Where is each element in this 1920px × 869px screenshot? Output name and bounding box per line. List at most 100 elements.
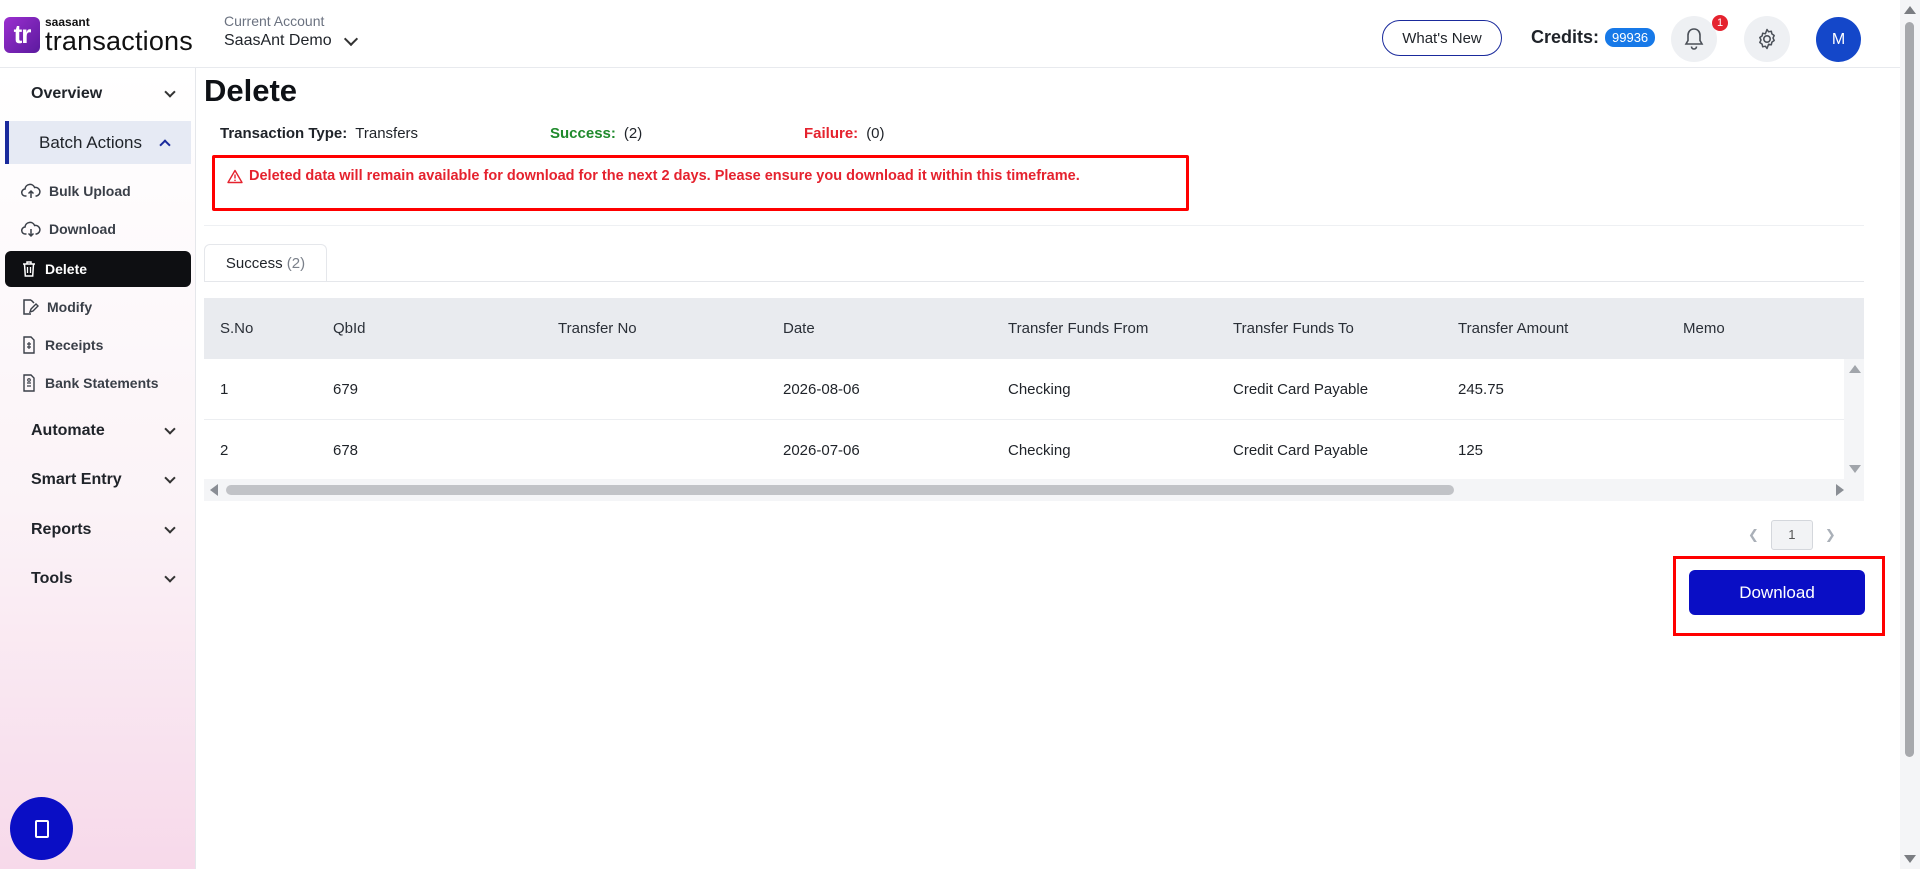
sidebar-group-reports[interactable]: Reports [0,510,196,550]
table-cell: 2026-07-06 [783,442,860,459]
table-cell [1667,420,1683,481]
sidebar-item-bulk-upload[interactable]: Bulk Upload [5,173,191,209]
sidebar-item-modify[interactable]: Modify [5,289,191,325]
tab-label: Success [225,255,283,272]
table-cell: 125 [1458,442,1484,459]
scroll-down-arrow-icon[interactable] [1904,855,1916,863]
table-cell: Checking [1008,381,1071,398]
previous-page-icon[interactable]: ❮ [1748,527,1759,543]
logo-product-text: transactions [45,26,193,56]
success-value: (2) [623,125,643,142]
logo-mark: tr [4,17,40,53]
page-title: Delete [204,73,298,108]
scroll-up-arrow-icon[interactable] [1904,6,1916,14]
sidebar-group-label: Reports [31,521,92,538]
column-header[interactable]: Date [767,298,815,359]
scrollbar-thumb[interactable] [226,485,1454,495]
table-cell: Credit Card Payable [1233,442,1369,459]
scroll-left-arrow-icon[interactable] [210,484,218,496]
app-logo[interactable]: tr saasant transactions [4,16,193,56]
settings-button[interactable] [1744,16,1790,62]
download-cloud-icon [21,221,41,238]
sidebar-item-label: Receipts [45,337,104,353]
notification-count-badge: 1 [1712,15,1728,31]
sidebar-item-receipts[interactable]: Receipts [5,327,191,363]
column-header[interactable]: Transfer No [542,298,637,359]
table-row: 2 678 2026-07-06 Checking Credit Card Pa… [204,420,1844,481]
next-page-icon[interactable]: ❯ [1825,527,1836,543]
chevron-down-icon [164,522,176,534]
sidebar-group-overview[interactable]: Overview [0,74,196,114]
tab-success[interactable]: Success (2) [204,244,327,282]
chevron-down-icon [164,571,176,583]
failure-value: (0) [866,125,885,142]
column-header[interactable]: Transfer Funds To [1217,298,1354,359]
chevron-up-icon [159,138,171,151]
scroll-right-arrow-icon[interactable] [1836,484,1844,496]
transaction-type-info: Transaction Type: Transfers [220,125,418,142]
table-cell: Checking [1008,442,1071,459]
sidebar-group-smart-entry[interactable]: Smart Entry [0,460,196,500]
sidebar-item-delete[interactable]: Delete [5,251,191,287]
table-cell [1667,359,1683,420]
sidebar-group-label: Tools [31,570,73,587]
divider [204,225,1864,226]
account-caption: Current Account [224,13,325,29]
column-header[interactable]: QbId [317,298,366,359]
table-cell: 1 [220,381,229,398]
warning-message: Deleted data will remain available for d… [249,168,1080,184]
user-avatar[interactable]: M [1816,17,1861,62]
account-name: SaasAnt Demo [224,32,332,49]
pagination: ❮ 1 ❯ [1748,520,1836,550]
failure-count-info: Failure: (0) [804,125,885,142]
chat-icon [34,819,49,838]
column-header[interactable]: S.No [204,298,253,359]
sidebar-item-label: Bank Statements [45,375,159,391]
table-vertical-scrollbar[interactable] [1844,359,1864,479]
column-header[interactable]: Transfer Amount [1442,298,1568,359]
sidebar-group-tools[interactable]: Tools [0,559,196,599]
sidebar-item-label: Bulk Upload [49,183,131,199]
table-cell: 678 [333,442,359,459]
warning-icon [227,169,243,183]
column-header[interactable]: Memo [1667,298,1725,359]
account-switcher[interactable]: Current Account SaasAnt Demo [224,13,358,50]
sidebar-group-automate[interactable]: Automate [0,411,196,451]
results-table: S.No QbId Transfer No Date Transfer Fund… [204,298,1864,501]
sidebar-item-bank-statements[interactable]: Bank Statements [5,365,191,401]
sidebar-item-download[interactable]: Download [5,211,191,247]
page-scrollbar[interactable] [1900,0,1920,869]
credits-display: Credits: 99936 [1531,27,1656,48]
table-cell [542,359,558,420]
chevron-down-icon [164,472,176,484]
table-cell: 2 [220,442,229,459]
column-header[interactable]: Transfer Funds From [992,298,1148,359]
receipt-icon [23,336,35,354]
scroll-down-arrow-icon[interactable] [1849,465,1861,473]
sidebar-item-label: Delete [45,261,88,277]
chevron-down-icon[interactable] [343,31,358,46]
sidebar-group-batch-actions[interactable]: Batch Actions [5,121,191,164]
scrollbar-thumb[interactable] [1905,22,1914,757]
upload-cloud-icon [21,183,41,198]
sidebar-item-label: Modify [47,299,93,315]
tab-count: (2) [286,255,306,272]
help-chat-button[interactable] [10,797,73,860]
chevron-down-icon [164,86,176,98]
table-horizontal-scrollbar[interactable] [204,479,1864,501]
whats-new-button[interactable]: What's New [1382,20,1502,56]
warning-notice: Deleted data will remain available for d… [212,155,1189,211]
success-count-info: Success: (2) [550,125,642,142]
bank-statement-icon [23,374,35,392]
table-row: 1 679 2026-08-06 Checking Credit Card Pa… [204,359,1844,420]
success-label: Success: [550,125,616,142]
download-button[interactable]: Download [1689,570,1865,615]
main-content: Delete Transaction Type: Transfers Succe… [204,68,1885,869]
page-number[interactable]: 1 [1770,520,1813,550]
scroll-up-arrow-icon[interactable] [1849,365,1861,373]
tab-divider [204,281,1864,282]
table-body: 1 679 2026-08-06 Checking Credit Card Pa… [204,359,1844,481]
transaction-type-label: Transaction Type: [220,125,348,142]
notifications-button[interactable] [1671,16,1717,62]
edit-file-icon [23,299,39,315]
